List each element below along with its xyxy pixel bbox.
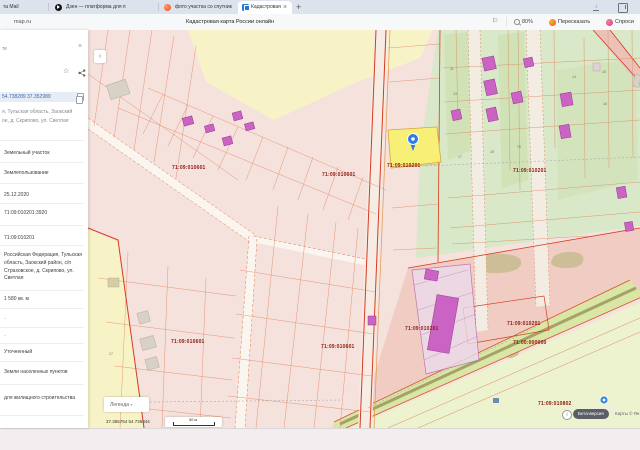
field-object-type: Земельный участок <box>4 150 50 156</box>
quarter-label: 71:09:010601 <box>171 339 205 345</box>
tab-cadastral-title: Кадастровая карта Ро <box>251 4 281 10</box>
url-text[interactable]: map.ru <box>14 14 31 30</box>
object-title: Участок 71:09:010201:3920 <box>0 83 86 91</box>
divider <box>0 361 84 362</box>
divider <box>0 245 84 246</box>
divider <box>506 17 507 27</box>
new-tab-button[interactable]: + <box>296 0 301 14</box>
quarter-label: 71:00:000000 <box>513 340 547 346</box>
page-content: те × ☆ Участок 71:09:010201:3920 54.7382… <box>0 30 640 428</box>
field-land-category: Земли населенных пунктов <box>4 369 68 375</box>
quarter-label: 71:09:010601 <box>322 172 356 178</box>
quarter-label: 71:09:010201 <box>405 326 439 332</box>
quarter-label: 71:09:010601 <box>172 165 206 171</box>
page-title: Кадастровая карта России онлайн <box>186 19 275 25</box>
parcel-number: 13 <box>453 92 457 96</box>
quarter-label: 71:09:010201 <box>513 168 547 174</box>
star-icon[interactable]: ☆ <box>63 67 69 75</box>
object-address-line1: я, Тульская область, Заокский <box>2 109 73 115</box>
panel-header-fragment: те <box>2 46 8 52</box>
divider <box>0 308 84 309</box>
object-address-line2: ое, д. Скрипово, ул. Светлая <box>2 118 69 124</box>
tab-mail[interactable]: та Mail <box>3 0 45 14</box>
field-date: 25.12.2020 <box>4 192 30 198</box>
divider <box>0 140 84 141</box>
beta-badge: Бета-версия <box>573 409 609 419</box>
quarter-label: 71:09:010201 <box>387 163 421 169</box>
divider <box>0 225 84 226</box>
tab-cadastral-map-active[interactable]: Кадастровая карта Ро × <box>238 1 292 14</box>
divider <box>0 203 84 204</box>
parcel-number: 17 <box>109 352 113 356</box>
retell-button[interactable]: Пересказать <box>558 14 600 30</box>
copy-icon[interactable] <box>75 93 84 104</box>
quarter-label: 71:09:010802 <box>538 401 572 407</box>
bookmark-flag-icon[interactable]: ⚐ <box>492 17 498 25</box>
download-icon[interactable]: ↓ <box>592 3 600 11</box>
photos-favicon <box>164 3 171 11</box>
dzen-favicon <box>55 3 62 11</box>
parcel-number: 11 <box>450 67 454 71</box>
field-permitted-use: для жилищного строительства <box>4 395 76 401</box>
field-full-address: Российская Федерация, Тульская область, … <box>4 252 83 282</box>
map-favicon <box>242 3 250 11</box>
cursor-coordinates: 37.356764 54.736844 <box>106 419 150 424</box>
parcel-number: 17 <box>458 155 462 159</box>
legend-button[interactable]: Легенда ▾ <box>104 397 149 412</box>
divider <box>0 343 84 344</box>
side-panel-icon[interactable] <box>618 3 628 13</box>
browser-tab-bar: та Mail Дзен — платформа для п фото учас… <box>0 0 640 14</box>
cadastral-map[interactable]: 71:09:010601 71:09:010601 71:09:010201 7… <box>88 30 640 428</box>
field-empty-1: - <box>4 316 6 322</box>
tab-separator <box>48 3 49 11</box>
tab-photos[interactable]: фото участка со спутник <box>175 0 237 14</box>
field-quarter-number: 71:09:010201 <box>4 235 35 241</box>
chevron-down-icon: ▾ <box>130 402 133 407</box>
tab-close-icon[interactable]: × <box>283 1 287 14</box>
collapse-panel-button[interactable]: ‹ <box>94 50 106 63</box>
tab-separator <box>158 3 159 11</box>
divider <box>0 415 84 416</box>
parcel-number: 16 <box>603 102 607 106</box>
map-canvas <box>88 30 640 428</box>
screen: та Mail Дзен — платформа для п фото учас… <box>0 0 640 450</box>
info-icon[interactable]: i <box>562 410 572 420</box>
field-usage: Землепользование <box>4 170 49 176</box>
quarter-label: 71:09:010201 <box>507 321 541 327</box>
divider <box>0 384 84 385</box>
divider <box>0 327 84 328</box>
parcel-number: 76 <box>517 145 521 149</box>
divider <box>0 290 84 291</box>
field-precision: Уточненный <box>4 349 33 355</box>
map-attribution[interactable]: Карты © Ян <box>615 411 639 416</box>
field-area: 1 580 кв. м <box>4 296 29 302</box>
parcel-number: 14 <box>572 75 576 79</box>
divider <box>0 162 84 163</box>
ask-button[interactable]: Спроси <box>615 14 640 30</box>
coordinates-chip[interactable]: 54.738289 37.352989 <box>0 92 82 102</box>
close-icon[interactable]: × <box>78 43 82 50</box>
tab-dzen[interactable]: Дзен — платформа для п <box>66 0 154 14</box>
legend-label: Легенда <box>110 402 130 408</box>
retell-icon[interactable] <box>549 18 556 26</box>
parcel-number: 15 <box>602 70 606 74</box>
share-icon[interactable] <box>78 69 86 77</box>
ask-icon[interactable] <box>606 18 613 26</box>
zoom-magnifier-icon[interactable] <box>514 19 520 25</box>
field-cadastral-number: 71:09:010201:3920 <box>4 210 48 216</box>
address-bar[interactable]: map.ru Кадастровая карта России онлайн ⚐… <box>0 14 640 31</box>
quarter-label: 71:09:010601 <box>321 344 355 350</box>
scale-bar: 50 м <box>165 417 222 427</box>
divider <box>0 183 84 184</box>
object-info-panel: те × ☆ Участок 71:09:010201:3920 54.7382… <box>0 30 88 428</box>
page-zoom-level[interactable]: 80% <box>522 14 533 30</box>
parcel-number: 18 <box>490 150 494 154</box>
windows-taskbar: Y Я ^ <box>0 428 640 450</box>
field-empty-2: - <box>4 333 6 339</box>
